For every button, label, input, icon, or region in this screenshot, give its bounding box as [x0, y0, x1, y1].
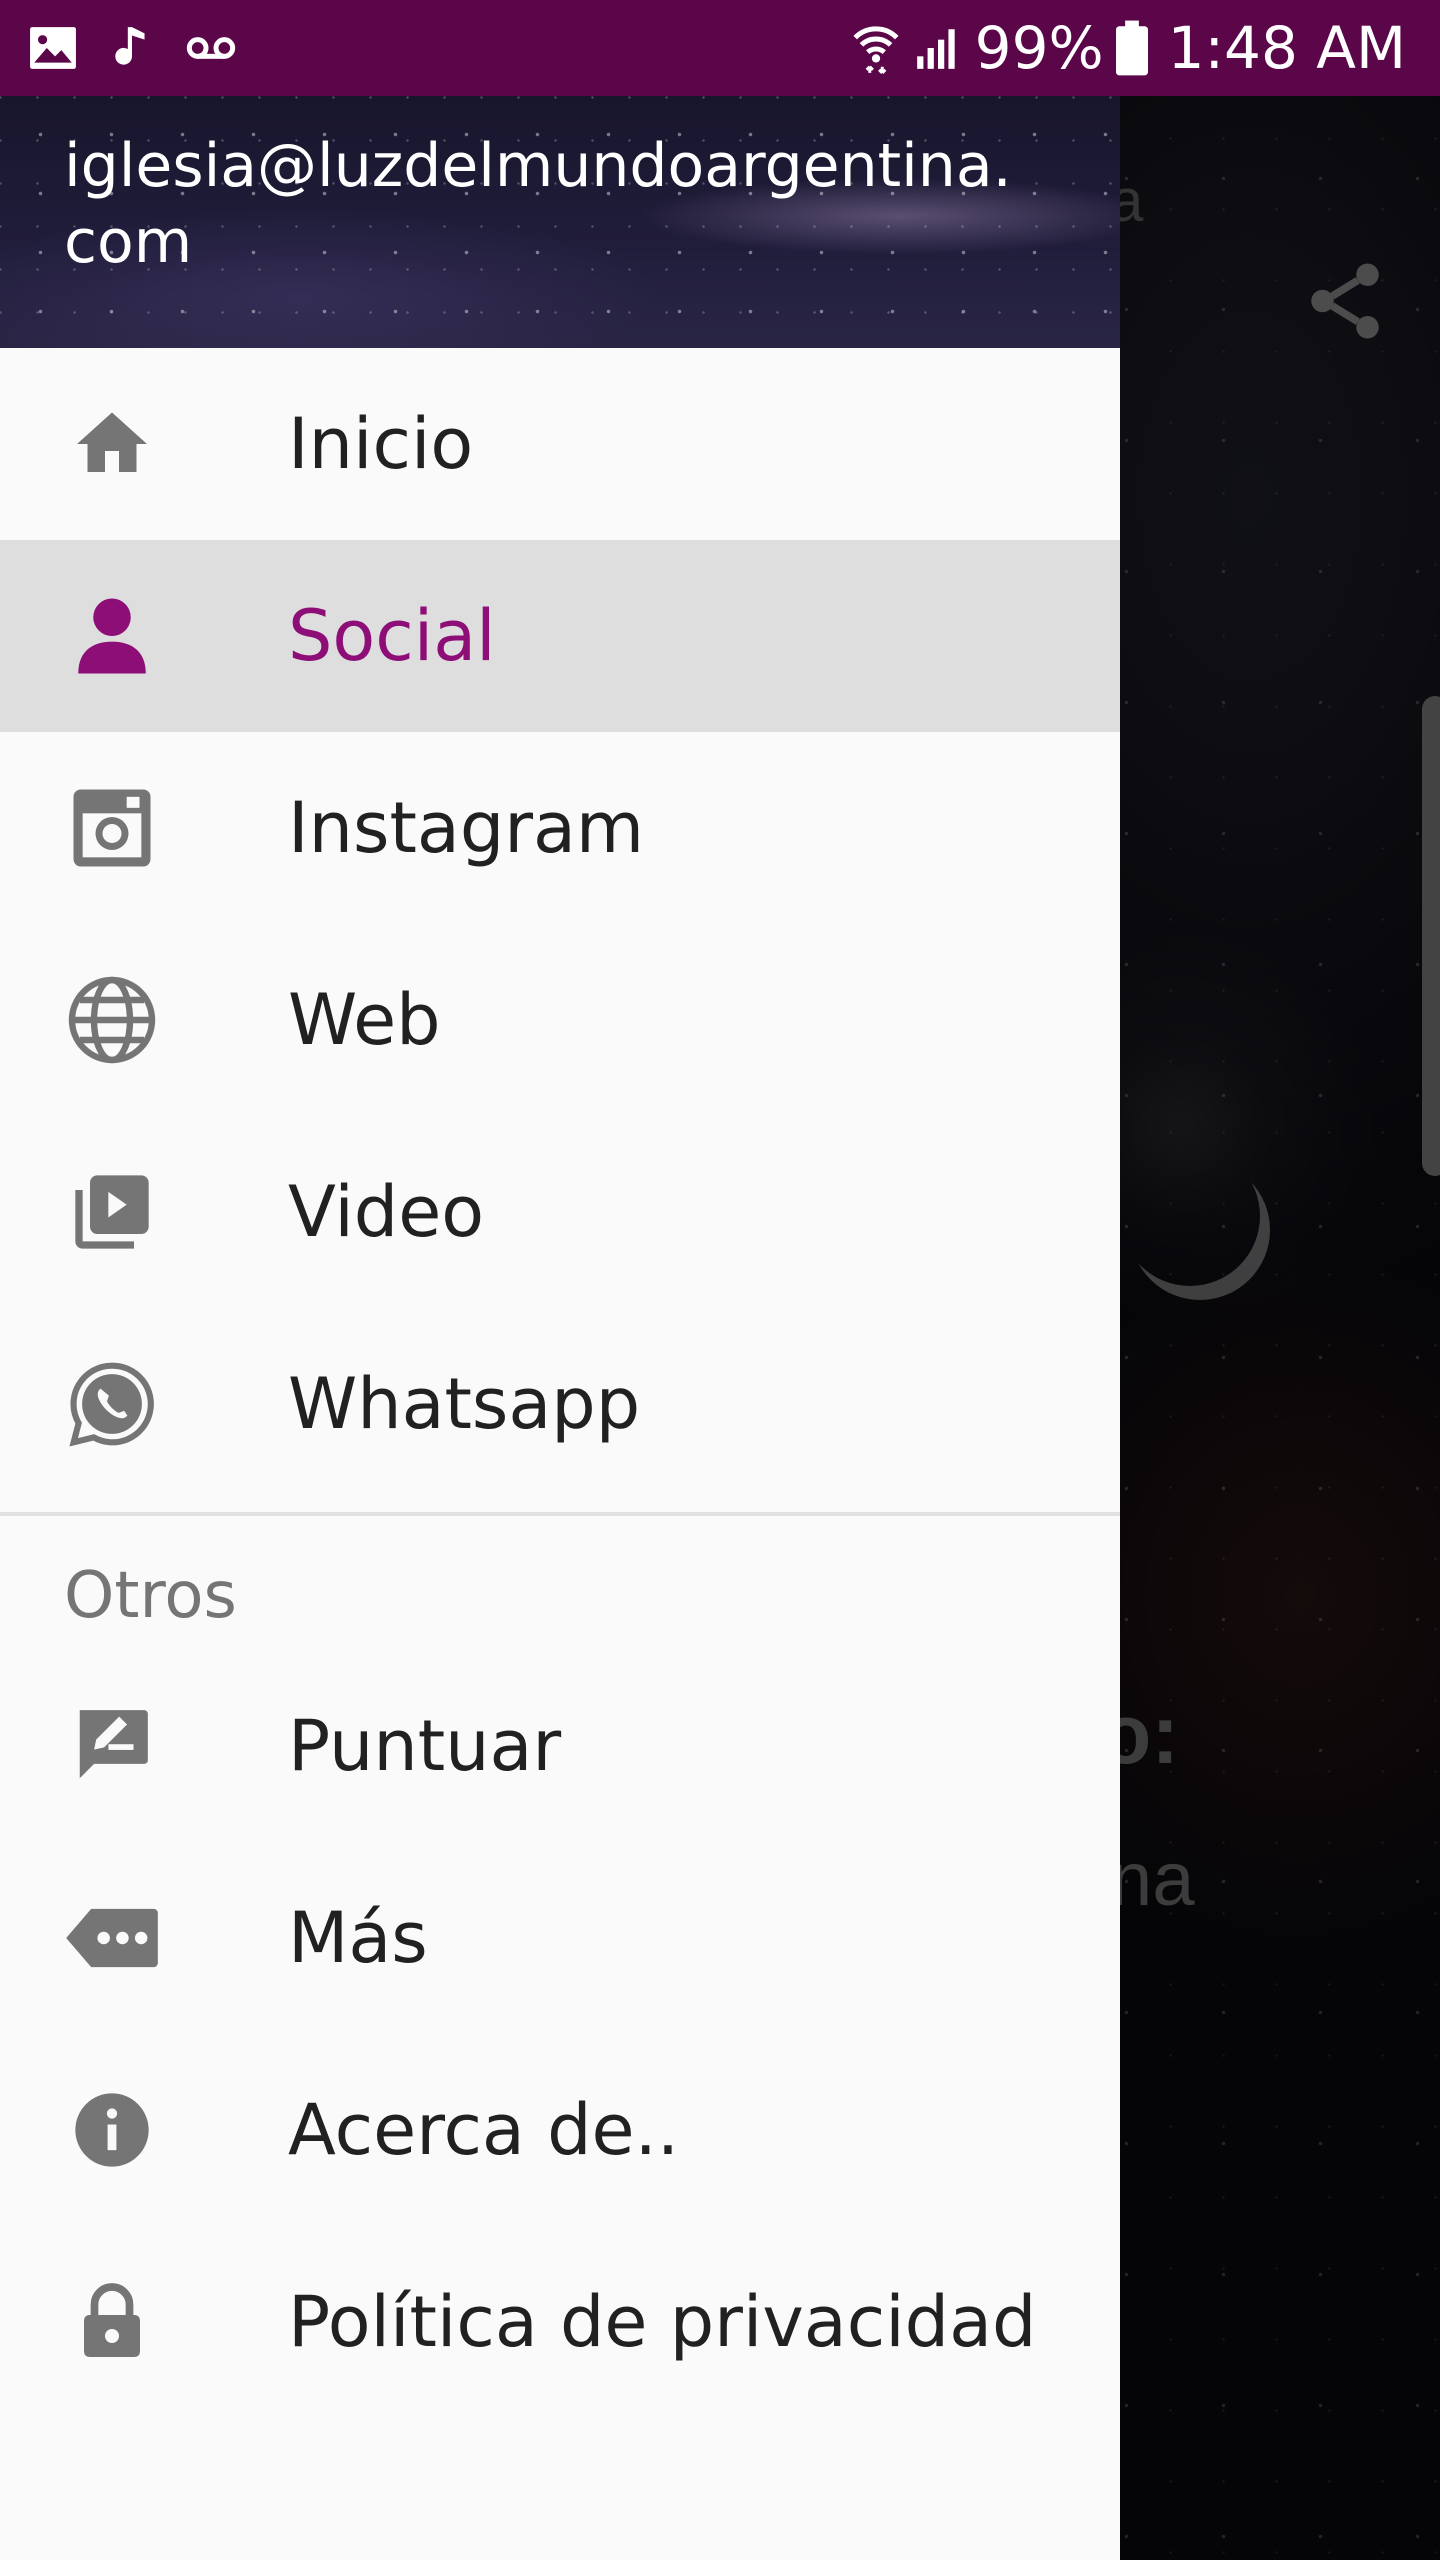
menu-item-label: Acerca de..: [288, 2089, 680, 2171]
drawer-header: iglesia@luzdelmundoargentina.com: [0, 96, 1120, 348]
navigation-drawer: iglesia@luzdelmundoargentina.com Inicio …: [0, 96, 1120, 2560]
home-icon: [62, 394, 162, 494]
menu-item-label: Política de privacidad: [288, 2281, 1037, 2363]
menu-item-whatsapp[interactable]: Whatsapp: [0, 1308, 1120, 1500]
menu-item-label: Web: [288, 979, 441, 1061]
clock: 1:48 AM: [1167, 14, 1406, 82]
rate-review-icon: [62, 1696, 162, 1796]
menu-item-label: Puntuar: [288, 1705, 562, 1787]
person-icon: [62, 586, 162, 686]
info-icon: [62, 2080, 162, 2180]
menu-item-puntuar[interactable]: Puntuar: [0, 1650, 1120, 1842]
menu-item-label: Más: [288, 1897, 428, 1979]
lock-icon: [62, 2272, 162, 2372]
image-icon: [30, 27, 76, 69]
wifi-icon: [853, 26, 899, 74]
menu-item-label: Social: [288, 595, 496, 677]
menu-item-label: Instagram: [288, 787, 645, 869]
menu-item-social[interactable]: Social: [0, 540, 1120, 732]
menu-item-acerca-de[interactable]: Acerca de..: [0, 2034, 1120, 2226]
instagram-icon: [62, 778, 162, 878]
account-email: iglesia@luzdelmundoargentina.com: [64, 131, 1012, 277]
globe-icon: [62, 970, 162, 1070]
battery-percent: 99%: [974, 14, 1104, 82]
menu-item-inicio[interactable]: Inicio: [0, 348, 1120, 540]
whatsapp-icon: [62, 1354, 162, 1454]
battery-icon: [1115, 20, 1148, 76]
drawer-menu: Inicio Social Instagram Web Video Whatsa…: [0, 348, 1120, 2418]
more-icon: [62, 1888, 162, 1988]
music-note-icon: [115, 27, 145, 65]
voicemail-icon: [186, 37, 236, 59]
menu-item-politica-privacidad[interactable]: Política de privacidad: [0, 2226, 1120, 2418]
menu-item-mas[interactable]: Más: [0, 1842, 1120, 2034]
signal-icon: [916, 29, 955, 69]
menu-item-label: Whatsapp: [288, 1363, 641, 1445]
menu-item-web[interactable]: Web: [0, 924, 1120, 1116]
menu-item-label: Video: [288, 1171, 485, 1253]
menu-item-label: Inicio: [288, 403, 474, 485]
menu-item-instagram[interactable]: Instagram: [0, 732, 1120, 924]
video-library-icon: [62, 1162, 162, 1262]
status-bar: 99% 1:48 AM: [0, 0, 1440, 96]
menu-item-video[interactable]: Video: [0, 1116, 1120, 1308]
